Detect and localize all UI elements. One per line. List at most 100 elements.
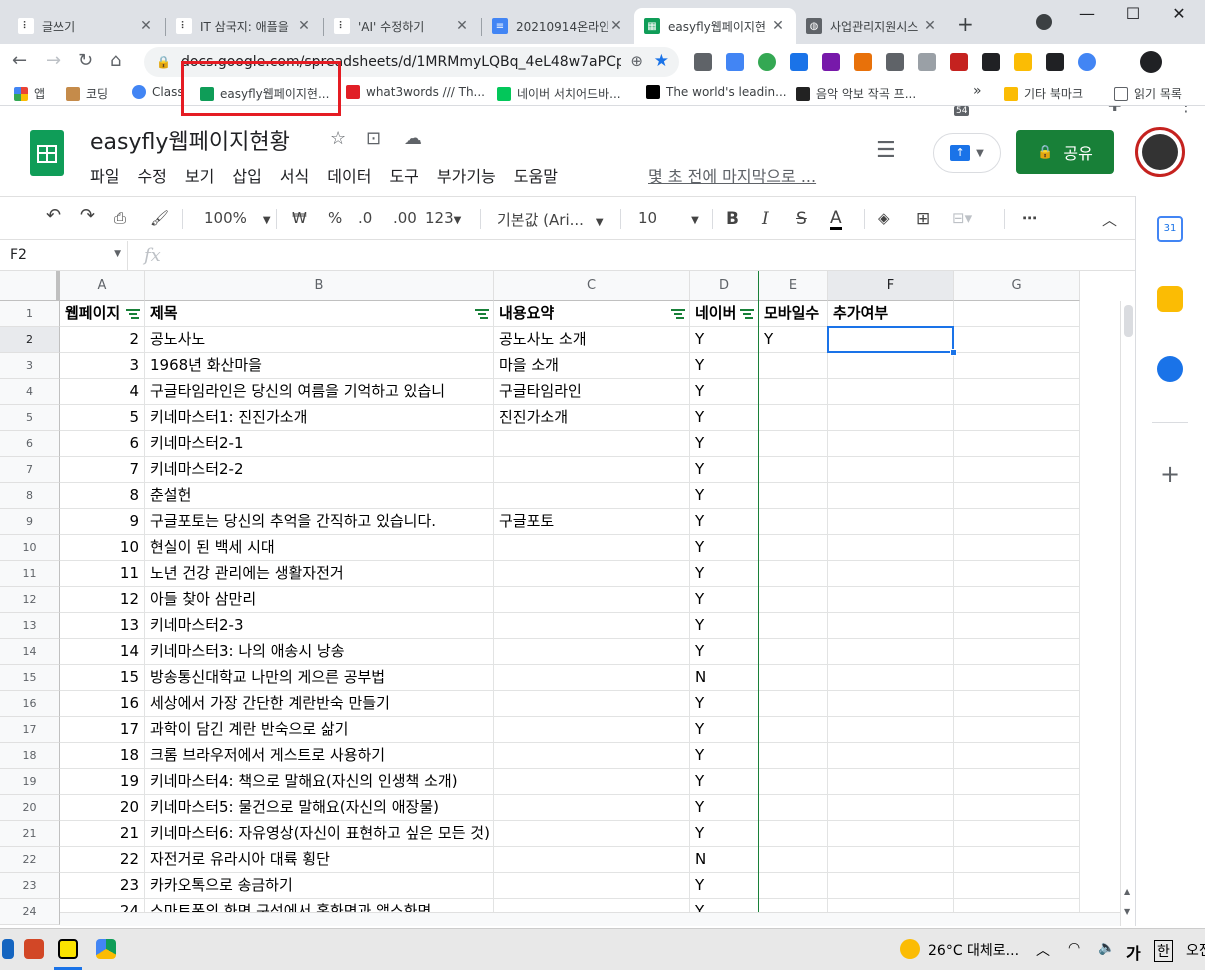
currency-format-button[interactable]: ₩ [292, 209, 307, 227]
column-header-a[interactable]: A [60, 271, 145, 301]
tab-search-icon[interactable] [1036, 14, 1052, 30]
cell-c2[interactable]: 공노사노 소개 [494, 327, 690, 353]
cell-d19[interactable]: Y [690, 769, 759, 795]
redo-icon[interactable]: ↷ [80, 205, 95, 226]
cell-f15[interactable] [828, 665, 954, 691]
weather-text[interactable]: 26°C 대체로... [928, 940, 1019, 960]
cell-f23[interactable] [828, 873, 954, 899]
cell-c10[interactable] [494, 535, 690, 561]
cell-a15[interactable]: 15 [60, 665, 145, 691]
cell-e18[interactable] [759, 743, 828, 769]
cell-c23[interactable] [494, 873, 690, 899]
menu-data[interactable]: 데이터 [327, 163, 371, 187]
extension-icon[interactable] [758, 53, 776, 71]
menu-help[interactable]: 도움말 [514, 163, 558, 187]
cell-f13[interactable] [828, 613, 954, 639]
row-header[interactable]: 12 [0, 587, 60, 613]
cell-c22[interactable] [494, 847, 690, 873]
cell-e15[interactable] [759, 665, 828, 691]
cell-g3[interactable] [954, 353, 1080, 379]
star-icon[interactable]: ☆ [330, 128, 346, 149]
forward-icon[interactable]: → [46, 50, 61, 71]
cell-d8[interactable]: Y [690, 483, 759, 509]
cell-b3[interactable]: 1968년 화산마을 [145, 353, 494, 379]
extension-icon[interactable] [918, 53, 936, 71]
cell-e9[interactable] [759, 509, 828, 535]
cell-f8[interactable] [828, 483, 954, 509]
cell-e23[interactable] [759, 873, 828, 899]
network-icon[interactable]: ◠ [1068, 940, 1080, 956]
cell-b23[interactable]: 카카오톡으로 송금하기 [145, 873, 494, 899]
menu-tools[interactable]: 도구 [389, 163, 418, 187]
row-header[interactable]: 22 [0, 847, 60, 873]
share-button[interactable]: 🔒 공유 [1016, 130, 1114, 174]
merge-cells-icon[interactable]: ⊟▾ [952, 209, 972, 227]
cell-d17[interactable]: Y [690, 717, 759, 743]
cell-g20[interactable] [954, 795, 1080, 821]
cell-d4[interactable]: Y [690, 379, 759, 405]
row-header[interactable]: 17 [0, 717, 60, 743]
frozen-column-divider[interactable] [758, 271, 759, 925]
add-addon-icon[interactable]: + [1160, 460, 1180, 488]
cell-a21[interactable]: 21 [60, 821, 145, 847]
cell-d20[interactable]: Y [690, 795, 759, 821]
bookmark-music[interactable]: 음악 악보 작곡 프... [796, 85, 916, 102]
close-tab-icon[interactable]: ✕ [770, 18, 786, 34]
row-header[interactable]: 23 [0, 873, 60, 899]
cell-a7[interactable]: 7 [60, 457, 145, 483]
app-icon[interactable] [24, 939, 44, 959]
more-formats-select[interactable]: 123▼ [425, 209, 461, 227]
filter-icon[interactable] [475, 307, 489, 319]
cell-f9[interactable] [828, 509, 954, 535]
cell-c13[interactable] [494, 613, 690, 639]
cell-f11[interactable] [828, 561, 954, 587]
cloud-status-icon[interactable]: ☁ [404, 128, 422, 149]
last-edit-link[interactable]: 몇 초 전에 마지막으로 ... [648, 163, 816, 187]
cell-b7[interactable]: 키네마스터2-2 [145, 457, 494, 483]
calendar-icon[interactable]: 31 [1157, 216, 1183, 242]
cell-a5[interactable]: 5 [60, 405, 145, 431]
cell-e1[interactable]: 모바일수 [759, 301, 828, 327]
bookmark-naver[interactable]: 네이버 서치어드바... [497, 85, 621, 102]
more-bookmarks-button[interactable]: » [973, 83, 982, 99]
cell-d16[interactable]: Y [690, 691, 759, 717]
cell-g1[interactable] [954, 301, 1080, 327]
row-header[interactable]: 21 [0, 821, 60, 847]
cell-a16[interactable]: 16 [60, 691, 145, 717]
scroll-down-icon[interactable]: ▼ [1124, 907, 1130, 916]
cell-e19[interactable] [759, 769, 828, 795]
close-tab-icon[interactable]: ✕ [608, 18, 624, 34]
cell-e13[interactable] [759, 613, 828, 639]
menu-format[interactable]: 서식 [280, 163, 309, 187]
extension-icon[interactable] [854, 53, 872, 71]
cell-f10[interactable] [828, 535, 954, 561]
maximize-icon[interactable]: ☐ [1110, 4, 1156, 23]
row-header[interactable]: 10 [0, 535, 60, 561]
cell-d21[interactable]: Y [690, 821, 759, 847]
more-toolbar-button[interactable]: ⋯ [1022, 209, 1037, 227]
percent-format-button[interactable]: % [328, 209, 342, 227]
cell-e14[interactable] [759, 639, 828, 665]
close-tab-icon[interactable]: ✕ [922, 18, 938, 34]
cell-b11[interactable]: 노년 건강 관리에는 생활자전거 [145, 561, 494, 587]
drive-icon[interactable] [96, 939, 116, 959]
fill-color-icon[interactable]: ◈ [878, 209, 890, 227]
cell-d11[interactable]: Y [690, 561, 759, 587]
filter-icon[interactable] [740, 307, 754, 319]
cell-e11[interactable] [759, 561, 828, 587]
ime-mode[interactable]: 가 [1126, 940, 1141, 964]
formula-input[interactable] [190, 247, 1090, 265]
back-icon[interactable]: ← [12, 50, 27, 71]
browser-tab-1[interactable]: ⠇ IT 삼국지: 애플을 ✕ [166, 8, 322, 44]
row-header[interactable]: 11 [0, 561, 60, 587]
cell-b5[interactable]: 키네마스터1: 진진가소개 [145, 405, 494, 431]
cell-f22[interactable] [828, 847, 954, 873]
cell-g5[interactable] [954, 405, 1080, 431]
cell-b9[interactable]: 구글포토는 당신의 추억을 간직하고 있습니다. [145, 509, 494, 535]
filter-icon[interactable] [671, 307, 685, 319]
extension-icon[interactable] [886, 53, 904, 71]
cell-g21[interactable] [954, 821, 1080, 847]
cell-e6[interactable] [759, 431, 828, 457]
cell-f18[interactable] [828, 743, 954, 769]
row-header[interactable]: 20 [0, 795, 60, 821]
